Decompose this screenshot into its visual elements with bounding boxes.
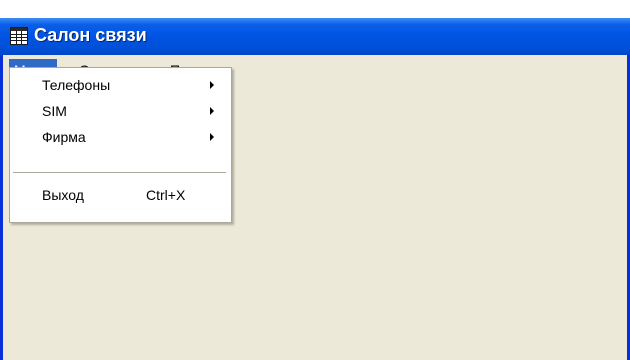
dropdown-item-label: SIM	[42, 103, 67, 119]
cropped-caption-text-top	[0, 0, 630, 20]
dropdown-item-shortcut: Ctrl+X	[146, 187, 186, 203]
dropdown-item-label: Выход	[42, 187, 84, 203]
dropdown-item-label: Фирма	[42, 129, 86, 145]
window-title: Салон связи	[34, 25, 147, 45]
dropdown-separator	[13, 172, 226, 173]
submenu-arrow-icon	[210, 133, 214, 141]
submenu-arrow-icon	[210, 107, 214, 115]
titlebar[interactable]: Салон связи	[0, 18, 630, 55]
submenu-arrow-icon	[210, 81, 214, 89]
dropdown-item-phones[interactable]: Телефоны	[10, 72, 231, 98]
table-grid-icon	[10, 27, 28, 45]
dropdown-menu: Телефоны SIM Фирма Выход Ctrl+X	[9, 67, 232, 223]
dropdown-item-label: Телефоны	[42, 77, 111, 93]
dropdown-item-sim[interactable]: SIM	[10, 98, 231, 124]
dropdown-item-firm[interactable]: Фирма	[10, 124, 231, 150]
dropdown-item-exit[interactable]: Выход Ctrl+X	[10, 182, 231, 208]
